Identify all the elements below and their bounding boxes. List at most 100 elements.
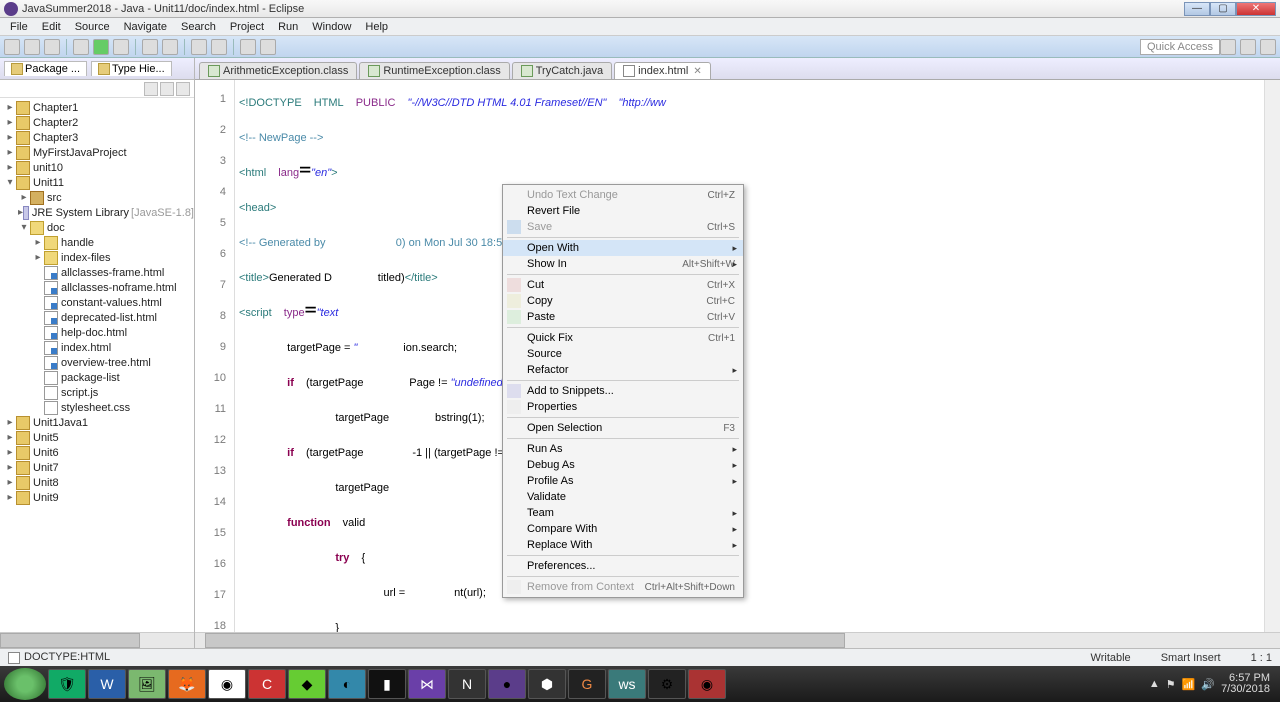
tree-handle[interactable]: ▸handle <box>0 235 194 250</box>
editor-hscroll[interactable] <box>195 632 1280 648</box>
taskbar-app[interactable]: C <box>248 669 286 699</box>
ctx-quickfix[interactable]: Quick FixCtrl+1 <box>503 330 743 346</box>
tree-overviewtree[interactable]: overview-tree.html <box>0 355 194 370</box>
tree-unit6[interactable]: ▸Unit6 <box>0 445 194 460</box>
taskbar-chrome[interactable]: ◉ <box>208 669 246 699</box>
tree-stylecss[interactable]: stylesheet.css <box>0 400 194 415</box>
ctx-debugas[interactable]: Debug As▸ <box>503 457 743 473</box>
tree-allclasses-frame[interactable]: allclasses-frame.html <box>0 265 194 280</box>
menu-icon[interactable] <box>176 82 190 96</box>
taskbar-app[interactable]: ◆ <box>288 669 326 699</box>
back-icon[interactable] <box>240 39 256 55</box>
taskbar-app[interactable]: 🖼 <box>128 669 166 699</box>
tab-arithmetic[interactable]: ArithmeticException.class <box>199 62 357 79</box>
tree-chapter2[interactable]: ▸Chapter2 <box>0 115 194 130</box>
close-tab-icon[interactable]: ✕ <box>693 66 701 77</box>
tree-jre[interactable]: ▸JRE System Library [JavaSE-1.8] <box>0 205 194 220</box>
menu-file[interactable]: File <box>4 20 34 34</box>
ctx-team[interactable]: Team▸ <box>503 505 743 521</box>
tree-constant-values[interactable]: constant-values.html <box>0 295 194 310</box>
ctx-cut[interactable]: CutCtrl+X <box>503 277 743 293</box>
tree-unit7[interactable]: ▸Unit7 <box>0 460 194 475</box>
taskbar-app[interactable]: ⬢ <box>528 669 566 699</box>
save-icon[interactable] <box>24 39 40 55</box>
taskbar-app[interactable]: N <box>448 669 486 699</box>
ctx-source[interactable]: Source <box>503 346 743 362</box>
tab-package-explorer[interactable]: Package ... <box>4 61 87 76</box>
tree-deprecated[interactable]: deprecated-list.html <box>0 310 194 325</box>
tree-myfirst[interactable]: ▸MyFirstJavaProject <box>0 145 194 160</box>
ctx-showin[interactable]: Show InAlt+Shift+W▸ <box>503 256 743 272</box>
tab-trycatch[interactable]: TryCatch.java <box>512 62 612 79</box>
ctx-prefs[interactable]: Preferences... <box>503 558 743 574</box>
taskbar-app[interactable]: G <box>568 669 606 699</box>
search-icon[interactable] <box>191 39 207 55</box>
ctx-profileas[interactable]: Profile As▸ <box>503 473 743 489</box>
ctx-refactor[interactable]: Refactor▸ <box>503 362 743 378</box>
menu-edit[interactable]: Edit <box>36 20 67 34</box>
taskbar-vs[interactable]: ⋈ <box>408 669 446 699</box>
ctx-props[interactable]: Properties <box>503 399 743 415</box>
ctx-runas[interactable]: Run As▸ <box>503 441 743 457</box>
menu-search[interactable]: Search <box>175 20 222 34</box>
persp-java-icon[interactable] <box>1220 39 1236 55</box>
code-text[interactable]: <!DOCTYPE HTML PUBLIC "-//W3C//DTD HTML … <box>235 80 1264 632</box>
tree-allclasses-noframe[interactable]: allclasses-noframe.html <box>0 280 194 295</box>
run-icon[interactable] <box>93 39 109 55</box>
taskbar-app[interactable]: ◐ <box>328 669 366 699</box>
forward-icon[interactable] <box>260 39 276 55</box>
taskbar-app[interactable]: ⚙ <box>648 669 686 699</box>
clock[interactable]: 6:57 PM7/30/2018 <box>1221 673 1270 695</box>
taskbar-eclipse[interactable]: ● <box>488 669 526 699</box>
taskbar-app[interactable]: ◉ <box>688 669 726 699</box>
tray-net-icon[interactable]: 📶 <box>1182 678 1196 691</box>
taskbar-word[interactable]: W <box>88 669 126 699</box>
tree-indexfiles[interactable]: ▸index-files <box>0 250 194 265</box>
collapse-icon[interactable] <box>144 82 158 96</box>
ctx-validate[interactable]: Validate <box>503 489 743 505</box>
system-tray[interactable]: ▲ ⚑ 📶 🔊 6:57 PM7/30/2018 <box>1149 673 1276 695</box>
tree-unit1java1[interactable]: ▸Unit1Java1 <box>0 415 194 430</box>
debug-icon[interactable] <box>73 39 89 55</box>
newclass-icon[interactable] <box>162 39 178 55</box>
quick-access-input[interactable]: Quick Access <box>1140 39 1220 55</box>
tree-packagelist[interactable]: package-list <box>0 370 194 385</box>
ctx-compare[interactable]: Compare With▸ <box>503 521 743 537</box>
tree-unit11[interactable]: ▾Unit11 <box>0 175 194 190</box>
start-button[interactable] <box>4 668 46 700</box>
link-icon[interactable] <box>160 82 174 96</box>
ctx-addsnip[interactable]: Add to Snippets... <box>503 383 743 399</box>
newpkg-icon[interactable] <box>142 39 158 55</box>
taskbar-app[interactable]: 🛡 <box>48 669 86 699</box>
menu-window[interactable]: Window <box>306 20 357 34</box>
tab-indexhtml[interactable]: index.html✕ <box>614 62 711 79</box>
taskbar-firefox[interactable]: 🦊 <box>168 669 206 699</box>
ctx-copy[interactable]: CopyCtrl+C <box>503 293 743 309</box>
editor-vscroll[interactable] <box>1264 80 1280 632</box>
tree-scriptjs[interactable]: script.js <box>0 385 194 400</box>
sidebar-hscroll[interactable] <box>0 632 194 648</box>
tree-chapter1[interactable]: ▸Chapter1 <box>0 100 194 115</box>
runlast-icon[interactable] <box>113 39 129 55</box>
tray-flag-icon[interactable]: ⚑ <box>1166 678 1176 691</box>
persp-other-icon[interactable] <box>1260 39 1276 55</box>
tray-up-icon[interactable]: ▲ <box>1149 678 1160 690</box>
ctx-opensel[interactable]: Open SelectionF3 <box>503 420 743 436</box>
maximize-button[interactable]: ▢ <box>1210 2 1236 16</box>
persp-debug-icon[interactable] <box>1240 39 1256 55</box>
tree-chapter3[interactable]: ▸Chapter3 <box>0 130 194 145</box>
ctx-openwith[interactable]: Open With▸ <box>503 240 743 256</box>
ctx-save[interactable]: SaveCtrl+S <box>503 219 743 235</box>
ctx-paste[interactable]: PasteCtrl+V <box>503 309 743 325</box>
ctx-remove[interactable]: Remove from ContextCtrl+Alt+Shift+Down <box>503 579 743 595</box>
tray-vol-icon[interactable]: 🔊 <box>1201 678 1215 691</box>
taskbar-cmd[interactable]: ▮ <box>368 669 406 699</box>
tab-type-hierarchy[interactable]: Type Hie... <box>91 61 172 76</box>
menu-help[interactable]: Help <box>359 20 394 34</box>
tree-unit8[interactable]: ▸Unit8 <box>0 475 194 490</box>
tree-src[interactable]: ▸src <box>0 190 194 205</box>
menu-navigate[interactable]: Navigate <box>118 20 173 34</box>
saveall-icon[interactable] <box>44 39 60 55</box>
menu-run[interactable]: Run <box>272 20 304 34</box>
close-button[interactable]: ✕ <box>1236 2 1276 16</box>
